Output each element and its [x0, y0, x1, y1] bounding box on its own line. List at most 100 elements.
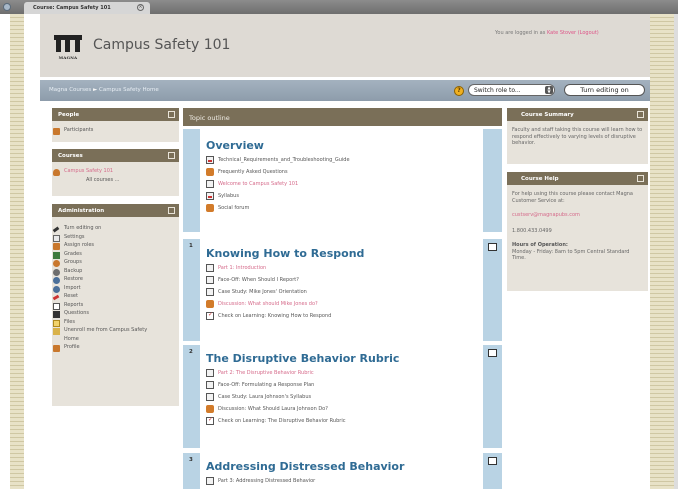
section-highlight-toggle[interactable] — [488, 457, 497, 465]
admin-item-label: Unenroll me from Campus Safety — [64, 327, 148, 333]
tab-close-icon[interactable]: × — [137, 4, 144, 11]
breadcrumb-course[interactable]: Campus Safety Home — [99, 87, 159, 93]
breadcrumb-separator: ► — [93, 87, 98, 93]
participants-link[interactable]: Participants — [52, 127, 179, 136]
course-help-title: Course Help — [521, 176, 559, 182]
course-help-block: Course Help For help using this course p… — [507, 172, 648, 291]
forum-icon — [206, 405, 214, 413]
section-highlight-toggle[interactable] — [488, 349, 497, 357]
doc-icon — [206, 393, 214, 401]
admin-item-label: Home — [64, 335, 79, 342]
help-email-link[interactable]: custserv@magnapubs.com — [507, 212, 648, 219]
magna-logo[interactable]: MAGNA — [54, 35, 82, 62]
hide-block-icon[interactable] — [168, 111, 175, 118]
admin-item-settings[interactable]: Settings — [52, 234, 179, 243]
activity-label: Part 2: The Disruptive Behavior Rubric — [218, 370, 314, 376]
logout-link[interactable]: (Logout) — [578, 30, 599, 36]
restore-icon — [53, 277, 60, 284]
activity-item[interactable]: Face-Off: Formulating a Response Plan — [206, 381, 345, 393]
admin-item-turn-editing-on[interactable]: Turn editing on — [52, 225, 179, 234]
section-1: 1 Knowing How to Respond Part 1: Introdu… — [183, 239, 502, 341]
section-3: 3 Addressing Distressed Behavior Part 3:… — [183, 453, 502, 489]
activity-item[interactable]: Face-Off: When Should I Report? — [206, 276, 331, 288]
activity-label: Social forum — [218, 205, 250, 211]
admin-item-label: Restore — [64, 276, 83, 282]
user-link[interactable]: Kate Stover — [547, 30, 576, 36]
activity-label: Check on Learning: Knowing How to Respon… — [218, 313, 332, 319]
people-block-title: People — [58, 112, 80, 118]
course-summary-text: Faculty and staff taking this course wil… — [512, 127, 643, 146]
admin-item-restore[interactable]: Restore — [52, 276, 179, 285]
admin-item-unenroll[interactable]: Unenroll me from Campus Safety — [52, 327, 179, 336]
doc-icon — [206, 288, 214, 296]
activity-item[interactable]: Social forum — [206, 204, 350, 216]
admin-item-assign-roles[interactable]: Assign roles — [52, 242, 179, 251]
admin-item-label: Backup — [64, 267, 83, 274]
activity-item[interactable]: Case Study: Mike Jones' Orientation — [206, 288, 331, 300]
forum-icon — [206, 204, 214, 212]
all-courses-link[interactable]: All courses ... — [52, 177, 179, 186]
quiz-icon — [206, 416, 214, 425]
section-activity-list: Part 2: The Disruptive Behavior Rubric F… — [206, 369, 345, 429]
admin-item-label: Profile — [64, 344, 80, 350]
course-summary-title: Course Summary — [521, 112, 574, 118]
doc-icon — [206, 477, 214, 485]
admin-item-grades[interactable]: Grades — [52, 251, 179, 260]
admin-item-backup[interactable]: Backup — [52, 268, 179, 277]
activity-label: Check on Learning: The Disruptive Behavi… — [218, 418, 346, 424]
unenroll-icon — [53, 328, 60, 335]
section-title: Knowing How to Respond — [206, 247, 365, 260]
admin-item-questions[interactable]: Questions — [52, 310, 179, 319]
admin-item-label: Turn editing on — [64, 225, 102, 231]
hide-block-icon[interactable] — [168, 152, 175, 159]
activity-item[interactable]: Discussion: What should Mike Jones do? — [206, 300, 331, 312]
course-link[interactable]: Campus Safety 101 — [52, 168, 179, 177]
activity-label: Case Study: Laura Johnson's Syllabus — [218, 394, 312, 400]
activity-item[interactable]: Technical_Requirements_and_Troubleshooti… — [206, 156, 350, 168]
switch-role-select[interactable]: Switch role to... ▲ ▼ — [468, 84, 555, 96]
hide-block-icon[interactable] — [637, 111, 644, 118]
admin-item-profile[interactable]: Profile — [52, 344, 179, 353]
activity-label: Case Study: Mike Jones' Orientation — [218, 289, 307, 295]
participants-label: Participants — [64, 127, 94, 133]
admin-item-files[interactable]: Files — [52, 319, 179, 328]
hide-block-icon[interactable] — [168, 207, 175, 214]
activity-item[interactable]: Part 1: Introduction — [206, 264, 331, 276]
reports-icon — [53, 302, 60, 310]
topic-outline-header: Topic outline — [183, 108, 502, 126]
profile-icon — [53, 345, 60, 352]
activity-label: Part 3: Addressing Distressed Behavior — [218, 478, 316, 484]
section-highlight-toggle[interactable] — [488, 243, 497, 251]
admin-item-reset[interactable]: Reset — [52, 293, 179, 302]
admin-item-home[interactable]: Home — [52, 336, 179, 345]
admin-item-reports[interactable]: Reports — [52, 302, 179, 311]
activity-item[interactable]: Discussion: What Should Laura Johnson Do… — [206, 405, 345, 417]
navigation-bar: Magna Courses ► Campus Safety Home ? Swi… — [40, 80, 650, 101]
activity-item[interactable]: Check on Learning: The Disruptive Behavi… — [206, 416, 346, 429]
assign-roles-icon — [53, 243, 60, 250]
section-title: Overview — [206, 139, 264, 152]
section-number: 1 — [189, 243, 193, 249]
section-2: 2 The Disruptive Behavior Rubric Part 2:… — [183, 345, 502, 448]
activity-label: Discussion: What should Mike Jones do? — [218, 301, 318, 307]
activity-item[interactable]: Frequently Asked Questions — [206, 168, 350, 180]
activity-item[interactable]: Check on Learning: Knowing How to Respon… — [206, 311, 332, 324]
breadcrumb-home[interactable]: Magna Courses — [49, 87, 91, 93]
help-icon[interactable]: ? — [454, 86, 464, 96]
admin-item-import[interactable]: Import — [52, 285, 179, 294]
activity-item[interactable]: Case Study: Laura Johnson's Syllabus — [206, 393, 345, 405]
browser-tab[interactable]: Course: Campus Safety 101 — [24, 2, 150, 14]
people-block-header: People — [52, 108, 179, 121]
hide-block-icon[interactable] — [637, 175, 644, 182]
activity-item[interactable]: Part 3: Addressing Distressed Behavior — [206, 477, 315, 489]
admin-item-groups[interactable]: Groups — [52, 259, 179, 268]
admin-item-label: Files — [64, 318, 75, 325]
participants-icon — [53, 128, 60, 135]
activity-item[interactable]: Syllabus — [206, 192, 350, 204]
activity-item[interactable]: Part 2: The Disruptive Behavior Rubric — [206, 369, 345, 381]
turn-editing-on-button[interactable]: Turn editing on — [564, 84, 645, 96]
backup-icon — [53, 268, 60, 276]
activity-item[interactable]: Welcome to Campus Safety 101 — [206, 180, 350, 192]
questions-icon — [53, 311, 60, 318]
logo-text: MAGNA — [58, 55, 78, 60]
